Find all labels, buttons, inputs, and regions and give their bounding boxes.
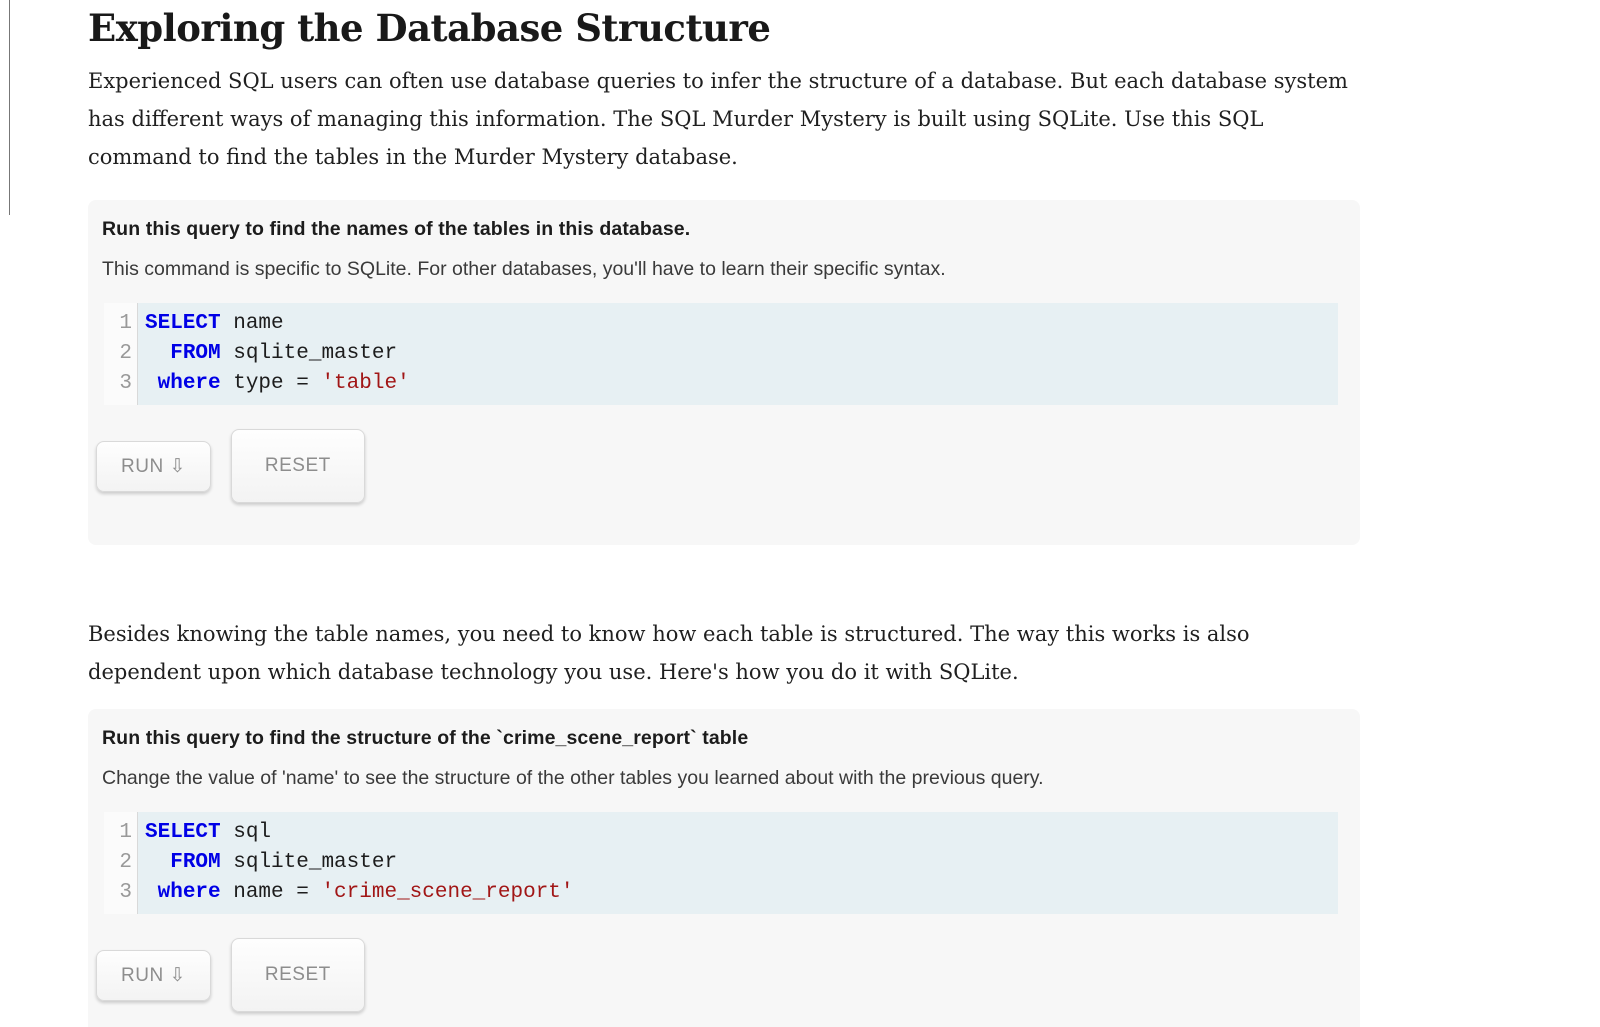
line-number: 3	[104, 369, 132, 399]
button-row: RUN ⇩ RESET	[96, 429, 1346, 503]
line-number: 1	[104, 309, 132, 339]
sql-exercise-box-tables: Run this query to find the names of the …	[88, 200, 1360, 545]
button-row: RUN ⇩ RESET	[96, 938, 1346, 1012]
sql-text	[145, 851, 170, 874]
reset-button[interactable]: RESET	[231, 429, 365, 503]
middle-paragraph: Besides knowing the table names, you nee…	[88, 615, 1360, 691]
exercise-subheading: This command is specific to SQLite. For …	[102, 258, 1346, 281]
intro-paragraph: Experienced SQL users can often use data…	[88, 62, 1360, 176]
exercise-subheading: Change the value of 'name' to see the st…	[102, 767, 1346, 790]
exercise-heading: Run this query to find the structure of …	[102, 727, 1346, 750]
line-number: 3	[104, 878, 132, 908]
code-line: where name = 'crime_scene_report'	[145, 878, 1338, 908]
sql-keyword: where	[158, 881, 221, 904]
sql-string: 'crime_scene_report'	[321, 881, 573, 904]
sql-string: 'table'	[321, 372, 409, 395]
sql-text	[145, 372, 158, 395]
code-lines: SELECT name FROM sqlite_master where typ…	[138, 303, 1338, 405]
run-button[interactable]: RUN ⇩	[96, 950, 211, 1001]
code-line: where type = 'table'	[145, 369, 1338, 399]
page-title: Exploring the Database Structure	[88, 6, 1360, 50]
line-number: 2	[104, 339, 132, 369]
code-line: FROM sqlite_master	[145, 848, 1338, 878]
sql-code-editor[interactable]: 1 2 3 SELECT name FROM sqlite_master whe…	[104, 303, 1338, 405]
sql-text: name =	[221, 881, 322, 904]
code-lines: SELECT sql FROM sqlite_master where name…	[138, 812, 1338, 914]
exercise-heading: Run this query to find the names of the …	[102, 218, 1346, 241]
sql-text: name	[221, 312, 284, 335]
page: Exploring the Database Structure Experie…	[0, 0, 1600, 1027]
code-line: SELECT name	[145, 309, 1338, 339]
line-number: 2	[104, 848, 132, 878]
code-line: FROM sqlite_master	[145, 339, 1338, 369]
sql-keyword: SELECT	[145, 821, 221, 844]
reset-button[interactable]: RESET	[231, 938, 365, 1012]
line-number-gutter: 1 2 3	[104, 303, 138, 405]
sql-text: sqlite_master	[221, 851, 397, 874]
run-button[interactable]: RUN ⇩	[96, 441, 211, 492]
line-number: 1	[104, 818, 132, 848]
main-content: Exploring the Database Structure Experie…	[88, 0, 1360, 1027]
sql-keyword: where	[158, 372, 221, 395]
sql-keyword: SELECT	[145, 312, 221, 335]
sql-text: type =	[221, 372, 322, 395]
sql-exercise-box-structure: Run this query to find the structure of …	[88, 709, 1360, 1027]
sql-keyword: FROM	[170, 342, 220, 365]
window-edge-line	[9, 0, 10, 215]
code-line: SELECT sql	[145, 818, 1338, 848]
sql-text: sqlite_master	[221, 342, 397, 365]
line-number-gutter: 1 2 3	[104, 812, 138, 914]
sql-text	[145, 342, 170, 365]
sql-text	[145, 881, 158, 904]
sql-keyword: FROM	[170, 851, 220, 874]
sql-code-editor[interactable]: 1 2 3 SELECT sql FROM sqlite_master wher…	[104, 812, 1338, 914]
sql-text: sql	[221, 821, 271, 844]
